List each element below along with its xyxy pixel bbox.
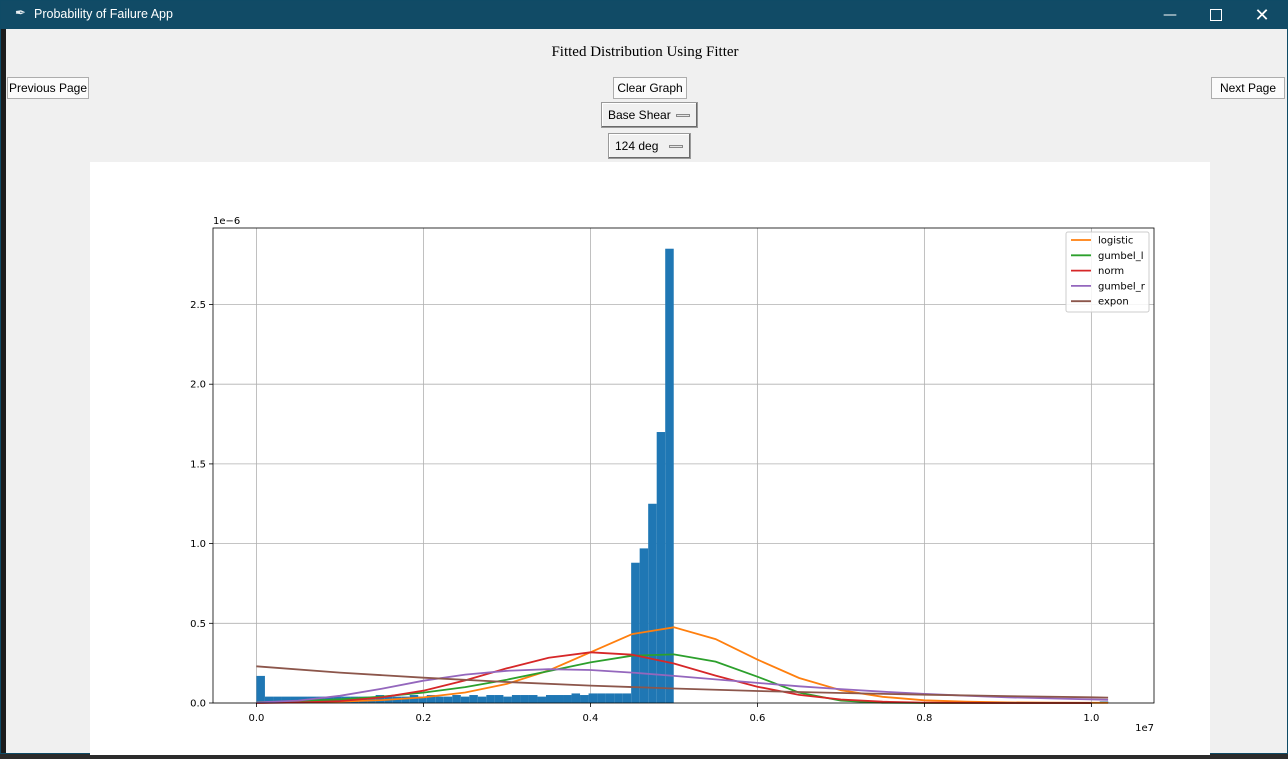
histogram-bar (622, 693, 632, 703)
histogram-bar (460, 696, 470, 703)
histogram-bar (656, 432, 666, 703)
window-left-edge (1, 29, 6, 753)
y-tick-label: 0.0 (190, 699, 206, 710)
histogram-bar (537, 696, 546, 703)
y-tick-label: 0.5 (190, 619, 206, 630)
histogram-bar (563, 695, 572, 703)
minimize-icon: — (1163, 7, 1177, 23)
chart-figure: 0.0 0.2 0.4 0.6 0.8 1.0 0.0 0.5 1.0 1.5 2.0 2.5 1e−6… (90, 162, 1210, 755)
histogram-bar (554, 695, 564, 703)
x-tick-label: 0.6 (749, 713, 765, 724)
dropdown-indicator-icon (676, 114, 690, 117)
previous-page-button[interactable]: Previous Page (7, 77, 89, 99)
feather-icon: ✒ (15, 6, 26, 21)
histogram-bar (469, 695, 478, 703)
title-bar[interactable]: ✒ Probability of Failure App — ✕ (1, 1, 1287, 29)
histogram-bar (614, 693, 623, 703)
histogram-bar (520, 695, 529, 703)
histogram-bar (580, 695, 589, 703)
legend-label: gumbel_l (1098, 251, 1143, 262)
minimize-button[interactable]: — (1147, 1, 1193, 29)
histogram-bar (597, 693, 606, 703)
x-scale-label: 1e7 (1135, 723, 1154, 734)
app-window: ✒ Probability of Failure App — ✕ Fitted … (0, 0, 1288, 755)
close-icon: ✕ (1254, 4, 1270, 26)
histogram-bar (511, 695, 521, 703)
legend-label: norm (1098, 266, 1124, 277)
histogram-bar (528, 695, 538, 703)
legend-label: expon (1098, 297, 1129, 308)
next-page-button[interactable]: Next Page (1211, 77, 1285, 99)
variable-dropdown[interactable]: Base Shear (601, 102, 698, 128)
y-tick-label: 2.0 (190, 380, 206, 391)
y-tick-label: 2.5 (190, 300, 206, 311)
histogram-bar (256, 675, 265, 703)
histogram-bar (486, 695, 495, 703)
histogram-bar (605, 693, 615, 703)
histogram-bar (452, 695, 461, 703)
histogram-bar (571, 693, 581, 703)
histogram-bar (443, 696, 453, 703)
clear-graph-button[interactable]: Clear Graph (613, 77, 687, 99)
variable-dropdown-value: Base Shear (608, 108, 671, 122)
maximize-button[interactable] (1193, 1, 1239, 29)
histogram-bar (588, 693, 598, 703)
legend-label: gumbel_r (1098, 281, 1146, 292)
y-tick-label: 1.0 (190, 539, 206, 550)
x-tick-label: 0.2 (415, 713, 431, 724)
angle-dropdown[interactable]: 124 deg (608, 133, 691, 159)
angle-dropdown-value: 124 deg (615, 139, 659, 153)
histogram-bar (503, 696, 512, 703)
histogram-bar (494, 695, 504, 703)
x-tick-label: 0.8 (916, 713, 932, 724)
series-line-expon (256, 665, 1109, 699)
y-tick-label: 1.5 (190, 459, 206, 470)
histogram-bar (545, 695, 555, 703)
y-scale-label: 1e−6 (213, 216, 240, 227)
distribution-chart: 0.0 0.2 0.4 0.6 0.8 1.0 0.0 0.5 1.0 1.5 2.0 2.5 1e−6… (190, 216, 1155, 734)
histogram-bar (639, 548, 649, 703)
maximize-icon (1210, 9, 1222, 21)
x-tick-label: 0.4 (582, 713, 598, 724)
x-tick-label: 1.0 (1083, 713, 1099, 724)
x-tick-label: 0.0 (248, 713, 264, 724)
legend-label: logistic (1098, 236, 1133, 247)
plot-frame (212, 227, 1155, 704)
histogram-bar (477, 696, 487, 703)
histogram-bar (435, 696, 444, 703)
page-title: Fitted Distribution Using Fitter (551, 44, 739, 60)
dropdown-indicator-icon (669, 145, 683, 148)
close-button[interactable]: ✕ (1239, 1, 1285, 29)
histogram-bar (665, 248, 674, 703)
window-title: Probability of Failure App (34, 7, 173, 21)
